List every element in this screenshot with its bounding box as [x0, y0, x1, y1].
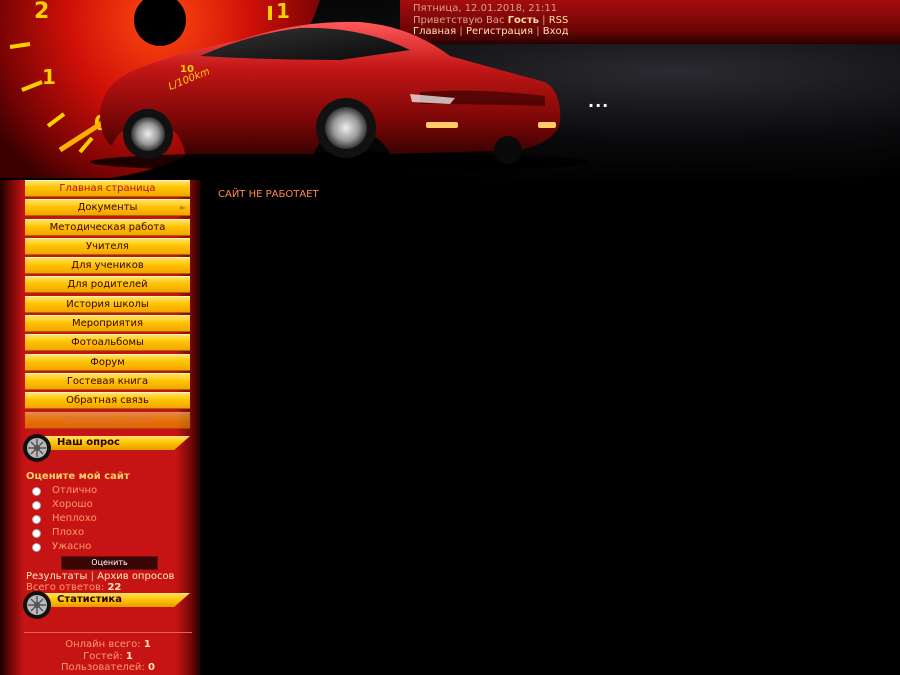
radio-button[interactable]	[32, 528, 41, 538]
menu-item-documents[interactable]: Документы ►	[25, 199, 190, 217]
stats-guests: Гостей: 1	[24, 651, 192, 663]
menu-item-events[interactable]: Мероприятия	[25, 315, 190, 333]
nav-home-link[interactable]: Главная	[413, 26, 456, 37]
header-ellipsis: ...	[588, 92, 610, 111]
separator: |	[536, 26, 540, 37]
poll-block-header: Наш опрос	[22, 433, 192, 465]
stats-block-title: Статистика	[57, 594, 122, 605]
stats-online-value: 1	[143, 639, 151, 650]
radio-button[interactable]	[32, 514, 41, 524]
greeting-prefix: Приветствую Вас	[413, 14, 505, 26]
sidebar-menu: Главная страница Документы ► Методическа…	[25, 180, 190, 431]
site-unavailable-message: САЙТ НЕ РАБОТАЕТ	[218, 189, 319, 200]
poll-archive-link[interactable]: Архив опросов	[97, 571, 174, 582]
poll-form: Оцените мой сайт Отлично Хорошо Неплохо …	[26, 471, 191, 593]
gauge-number-10: 10	[180, 64, 194, 75]
gauge-number-2: 2	[34, 0, 49, 24]
menu-item-guestbook[interactable]: Гостевая книга	[25, 372, 190, 390]
menu-item-photos[interactable]: Фотоальбомы	[25, 334, 190, 352]
nav-register-link[interactable]: Регистрация	[466, 26, 533, 37]
vote-button[interactable]: Оценить	[61, 556, 158, 570]
sidebar: Главная страница Документы ► Методическа…	[0, 180, 200, 675]
poll-option-label: Хорошо	[52, 499, 93, 510]
gauge-number-top: 1	[276, 0, 290, 23]
poll-links: Результаты | Архив опросов	[26, 571, 191, 582]
radio-button[interactable]	[32, 542, 41, 552]
divider	[24, 632, 192, 633]
stats-users-label: Пользователей:	[61, 662, 145, 673]
poll-option-label: Ужасно	[52, 541, 92, 552]
menu-item-methodical[interactable]: Методическая работа	[25, 218, 190, 236]
greeting-user: Гость	[507, 14, 539, 26]
poll-block-title: Наш опрос	[57, 437, 120, 448]
wheel-icon	[23, 591, 51, 619]
poll-option[interactable]: Плохо	[26, 526, 191, 540]
poll-option[interactable]: Отлично	[26, 484, 191, 498]
header-date: Пятница, 12.01.2018, 21:11	[413, 3, 558, 14]
stats-online-label: Онлайн всего:	[65, 639, 141, 650]
menu-item-paid-services[interactable]: Платные услуги	[25, 411, 190, 429]
stats-guests-value: 1	[125, 650, 133, 662]
radio-button[interactable]	[32, 486, 41, 496]
poll-option-label: Неплохо	[52, 513, 97, 524]
separator: |	[459, 26, 463, 37]
stats-list: Онлайн всего: 1 Гостей: 1 Пользователей:…	[24, 639, 192, 674]
header-user-info: Пятница, 12.01.2018, 21:11 Приветствую В…	[413, 3, 569, 38]
poll-results-link[interactable]: Результаты	[26, 571, 87, 582]
stats-guests-label: Гостей:	[83, 650, 123, 662]
poll-option[interactable]: Хорошо	[26, 498, 191, 512]
stats-block-header: Статистика	[22, 590, 192, 622]
submenu-arrow-icon: ►	[179, 203, 186, 213]
poll-question: Оцените мой сайт	[26, 471, 130, 482]
rear-wheel-icon	[131, 117, 165, 151]
separator: |	[542, 14, 546, 26]
menu-item-feedback[interactable]: Обратная связь	[25, 392, 190, 410]
menu-item-forum[interactable]: Форум	[25, 353, 190, 371]
poll-option-label: Плохо	[52, 527, 85, 538]
wheel-icon	[23, 434, 51, 462]
header-nav: Главная | Регистрация | Вход	[413, 26, 569, 38]
poll-option[interactable]: Ужасно	[26, 540, 191, 554]
stats-users-value: 0	[148, 662, 155, 673]
menu-item-students[interactable]: Для учеников	[25, 257, 190, 275]
menu-item-history[interactable]: История школы	[25, 295, 190, 313]
separator: |	[90, 571, 94, 582]
front-wheel-icon	[325, 107, 367, 149]
nav-login-link[interactable]: Вход	[543, 26, 569, 37]
gauge-number-1: 1	[42, 65, 56, 89]
menu-item-teachers[interactable]: Учителя	[25, 237, 190, 255]
menu-item-parents[interactable]: Для родителей	[25, 276, 190, 294]
radio-button[interactable]	[32, 500, 41, 510]
stats-online: Онлайн всего: 1	[24, 639, 192, 651]
stats-users: Пользователей: 0	[24, 662, 192, 674]
menu-item-home[interactable]: Главная страница	[25, 180, 190, 197]
poll-option[interactable]: Неплохо	[26, 512, 191, 526]
site-header: 2 1 0 1 L/100km 10 Пятница, 12.01.2018, …	[0, 0, 900, 180]
header-greeting-line: Приветствую Вас Гость | RSS	[413, 15, 569, 27]
poll-option-label: Отлично	[52, 485, 98, 496]
rss-link[interactable]: RSS	[549, 15, 569, 26]
menu-item-label: Документы	[77, 202, 138, 214]
